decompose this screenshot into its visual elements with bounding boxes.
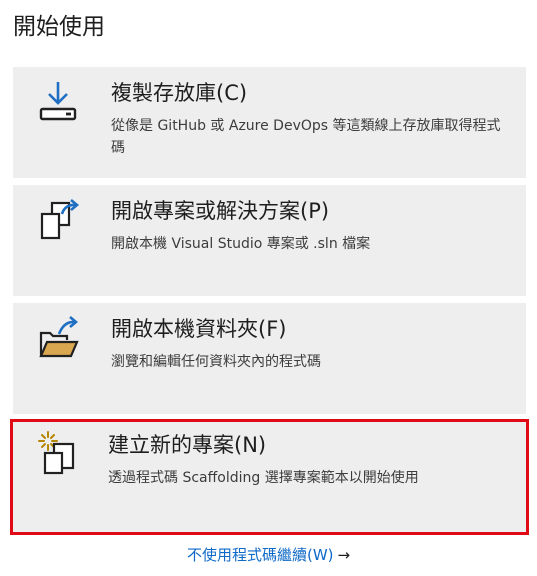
clone-repository-card[interactable]: 複製存放庫(C) 從像是 GitHub 或 Azure DevOps 等這類線上… xyxy=(13,67,526,178)
create-project-card[interactable]: 建立新的專案(N) 透過程式碼 Scaffolding 選擇專案範本以開始使用 xyxy=(10,419,529,535)
open-project-description: 開啟本機 Visual Studio 專案或 .sln 檔案 xyxy=(111,236,371,252)
create-project-description: 透過程式碼 Scaffolding 選擇專案範本以開始使用 xyxy=(108,470,419,486)
open-project-icon xyxy=(37,197,83,243)
new-project-icon xyxy=(37,430,83,476)
continue-without-code-link[interactable]: 不使用程式碼繼續(W) → xyxy=(187,543,350,567)
page-title: 開始使用 xyxy=(13,14,105,40)
continue-without-code-label: 不使用程式碼繼續(W) xyxy=(187,546,334,564)
clone-repository-description: 從像是 GitHub 或 Azure DevOps 等這類線上存放庫取得程式碼 xyxy=(111,118,501,156)
create-project-title: 建立新的專案(N) xyxy=(108,433,267,457)
open-folder-icon xyxy=(37,315,83,361)
open-folder-title: 開啟本機資料夾(F) xyxy=(111,317,287,341)
open-project-card[interactable]: 開啟專案或解決方案(P) 開啟本機 Visual Studio 專案或 .sln… xyxy=(13,185,526,296)
open-folder-card[interactable]: 開啟本機資料夾(F) 瀏覽和編輯任何資料夾內的程式碼 xyxy=(13,303,526,414)
clone-repository-title: 複製存放庫(C) xyxy=(111,81,248,105)
open-folder-description: 瀏覽和編輯任何資料夾內的程式碼 xyxy=(111,354,321,370)
arrow-right-icon: → xyxy=(337,546,351,564)
download-drive-icon xyxy=(37,79,83,125)
open-project-title: 開啟專案或解決方案(P) xyxy=(111,199,330,223)
